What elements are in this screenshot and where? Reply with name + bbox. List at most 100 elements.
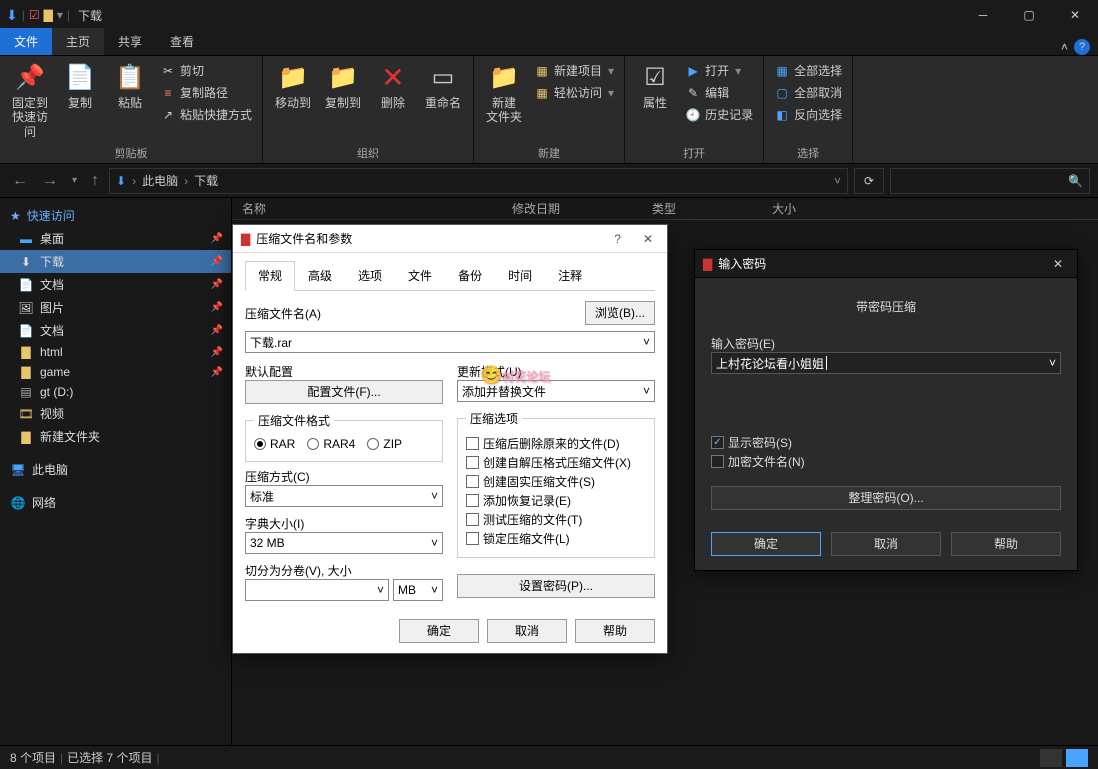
sidebar-quickaccess[interactable]: ★快速访问 (0, 204, 231, 227)
qat-folder-icon[interactable]: ▇ (44, 8, 53, 22)
newfolder-button[interactable]: 📁新建 文件夹 (480, 58, 528, 129)
nav-up-button[interactable]: ↑ (87, 172, 103, 190)
tab-home[interactable]: 主页 (52, 28, 104, 55)
archive-help-button[interactable]: ? (608, 232, 627, 246)
nav-forward-button[interactable]: → (38, 172, 62, 190)
close-button[interactable]: ✕ (1052, 0, 1098, 30)
paste-button[interactable]: 📋粘贴 (106, 58, 154, 114)
dict-select[interactable]: 32 MB˅ (245, 532, 443, 554)
sidebar-item-newfolder[interactable]: ▇新建文件夹 (0, 425, 231, 448)
archive-cancel-button[interactable]: 取消 (487, 619, 567, 643)
nav-back-button[interactable]: ← (8, 172, 32, 190)
tab-view[interactable]: 查看 (156, 28, 208, 55)
tab-file[interactable]: 文件 (0, 28, 52, 55)
sidebar-item-game[interactable]: ▇game📌 (0, 362, 231, 382)
addr-dropdown-icon[interactable]: ˅ (834, 174, 841, 188)
status-sep2: | (156, 751, 159, 765)
sidebar-item-documents2[interactable]: 📄文档📌 (0, 319, 231, 342)
fmt-zip-radio[interactable]: ZIP (367, 437, 402, 451)
col-type[interactable]: 类型 (642, 200, 762, 217)
pw-show-check[interactable]: 显示密码(S) (711, 434, 1061, 451)
fmt-rar4-radio[interactable]: RAR4 (307, 437, 355, 451)
profiles-button[interactable]: 配置文件(F)... (245, 380, 443, 404)
sidebar-item-html[interactable]: ▇html📌 (0, 342, 231, 362)
fmt-rar-radio[interactable]: RAR (254, 437, 295, 451)
split-unit-select[interactable]: MB˅ (393, 579, 443, 601)
pw-input[interactable]: 上村花论坛看小姐姐 ˅ (711, 352, 1061, 374)
archive-tab-files[interactable]: 文件 (395, 261, 445, 290)
nav-recent-button[interactable]: ▾ (68, 175, 81, 186)
maximize-button[interactable]: ▢ (1006, 0, 1052, 30)
pw-close-button[interactable]: ✕ (1047, 257, 1069, 271)
minimize-button[interactable]: ─ (960, 0, 1006, 30)
sidebar-item-pictures[interactable]: 🖼图片📌 (0, 296, 231, 319)
qat-check-icon[interactable]: ☑ (29, 8, 40, 22)
browse-button[interactable]: 浏览(B)... (585, 301, 655, 325)
search-input[interactable]: 🔍 (890, 168, 1090, 194)
easyaccess-button[interactable]: ▦轻松访问▾ (530, 82, 618, 103)
opt-sfx-check[interactable]: 创建自解压格式压缩文件(X) (466, 454, 646, 471)
address-bar[interactable]: ⬇ › 此电脑 › 下载 ˅ (109, 168, 848, 194)
opt-recovery-check[interactable]: 添加恢复记录(E) (466, 492, 646, 509)
help-icon[interactable]: ? (1074, 39, 1090, 55)
col-name[interactable]: 名称 (232, 200, 502, 217)
rename-button[interactable]: ▭重命名 (419, 58, 467, 114)
pw-help-button[interactable]: 帮助 (951, 532, 1061, 556)
ribbon-collapse-icon[interactable]: ˄ (1061, 40, 1068, 54)
sidebar-item-desktop[interactable]: ▬桌面📌 (0, 227, 231, 250)
selectall-button[interactable]: ▦全部选择 (770, 60, 846, 81)
pw-cancel-button[interactable]: 取消 (831, 532, 941, 556)
archive-tab-adv[interactable]: 高级 (295, 261, 345, 290)
addr-crumb1[interactable]: 此电脑 (142, 172, 178, 189)
delete-button[interactable]: ✕删除 (369, 58, 417, 114)
open-button[interactable]: ▶打开▾ (681, 60, 757, 81)
moveto-button[interactable]: 📁移动到 (269, 58, 317, 114)
view-details-button[interactable] (1040, 749, 1062, 767)
archive-tab-time[interactable]: 时间 (495, 261, 545, 290)
history-button[interactable]: 🕘历史记录 (681, 104, 757, 125)
copyto-button[interactable]: 📁复制到 (319, 58, 367, 114)
tab-share[interactable]: 共享 (104, 28, 156, 55)
refresh-button[interactable]: ⟳ (854, 168, 884, 194)
pasteshortcut-button[interactable]: ↗粘贴快捷方式 (156, 104, 256, 125)
sidebar-item-videos[interactable]: 🎞视频 (0, 402, 231, 425)
col-size[interactable]: 大小 (762, 200, 842, 217)
newitem-button[interactable]: ▦新建项目▾ (530, 60, 618, 81)
archive-help-button2[interactable]: 帮助 (575, 619, 655, 643)
opt-lock-check[interactable]: 锁定压缩文件(L) (466, 530, 646, 547)
method-select[interactable]: 标准˅ (245, 485, 443, 507)
selectinv-button[interactable]: ◧反向选择 (770, 104, 846, 125)
archive-ok-button[interactable]: 确定 (399, 619, 479, 643)
properties-button[interactable]: ☑属性 (631, 58, 679, 114)
copy-button[interactable]: 📄复制 (56, 58, 104, 114)
sidebar-item-gtd[interactable]: ▤gt (D:) (0, 382, 231, 402)
col-date[interactable]: 修改日期 (502, 200, 642, 217)
selectnone-button[interactable]: ▢全部取消 (770, 82, 846, 103)
sidebar-thispc[interactable]: 🖥此电脑 (0, 458, 231, 481)
filename-input[interactable]: 下载.rar˅ (245, 331, 655, 353)
qat-overflow-icon[interactable]: ▾ (57, 8, 63, 22)
updatemode-select[interactable]: 添加并替换文件˅ (457, 380, 655, 402)
archive-tab-general[interactable]: 常规 (245, 261, 295, 291)
opt-delete-check[interactable]: 压缩后删除原来的文件(D) (466, 435, 646, 452)
pw-encrypt-check[interactable]: 加密文件名(N) (711, 453, 1061, 470)
sidebar-item-downloads[interactable]: ⬇下载📌 (0, 250, 231, 273)
view-large-button[interactable] (1066, 749, 1088, 767)
cut-button[interactable]: ✂剪切 (156, 60, 256, 81)
archive-close-button[interactable]: ✕ (637, 232, 659, 246)
split-input[interactable]: ˅ (245, 579, 389, 601)
pin-button[interactable]: 📌固定到快速访问 (6, 58, 54, 143)
pw-organize-button[interactable]: 整理密码(O)... (711, 486, 1061, 510)
pw-ok-button[interactable]: 确定 (711, 532, 821, 556)
archive-tab-backup[interactable]: 备份 (445, 261, 495, 290)
opt-test-check[interactable]: 测试压缩的文件(T) (466, 511, 646, 528)
setpassword-button[interactable]: 设置密码(P)... (457, 574, 655, 598)
sidebar-item-documents[interactable]: 📄文档📌 (0, 273, 231, 296)
opt-solid-check[interactable]: 创建固实压缩文件(S) (466, 473, 646, 490)
addr-crumb2[interactable]: 下载 (194, 172, 218, 189)
archive-tab-options[interactable]: 选项 (345, 261, 395, 290)
edit-button[interactable]: ✎编辑 (681, 82, 757, 103)
sidebar-network[interactable]: 🌐网络 (0, 491, 231, 514)
copypath-button[interactable]: ≡复制路径 (156, 82, 256, 103)
archive-tab-comment[interactable]: 注释 (545, 261, 595, 290)
